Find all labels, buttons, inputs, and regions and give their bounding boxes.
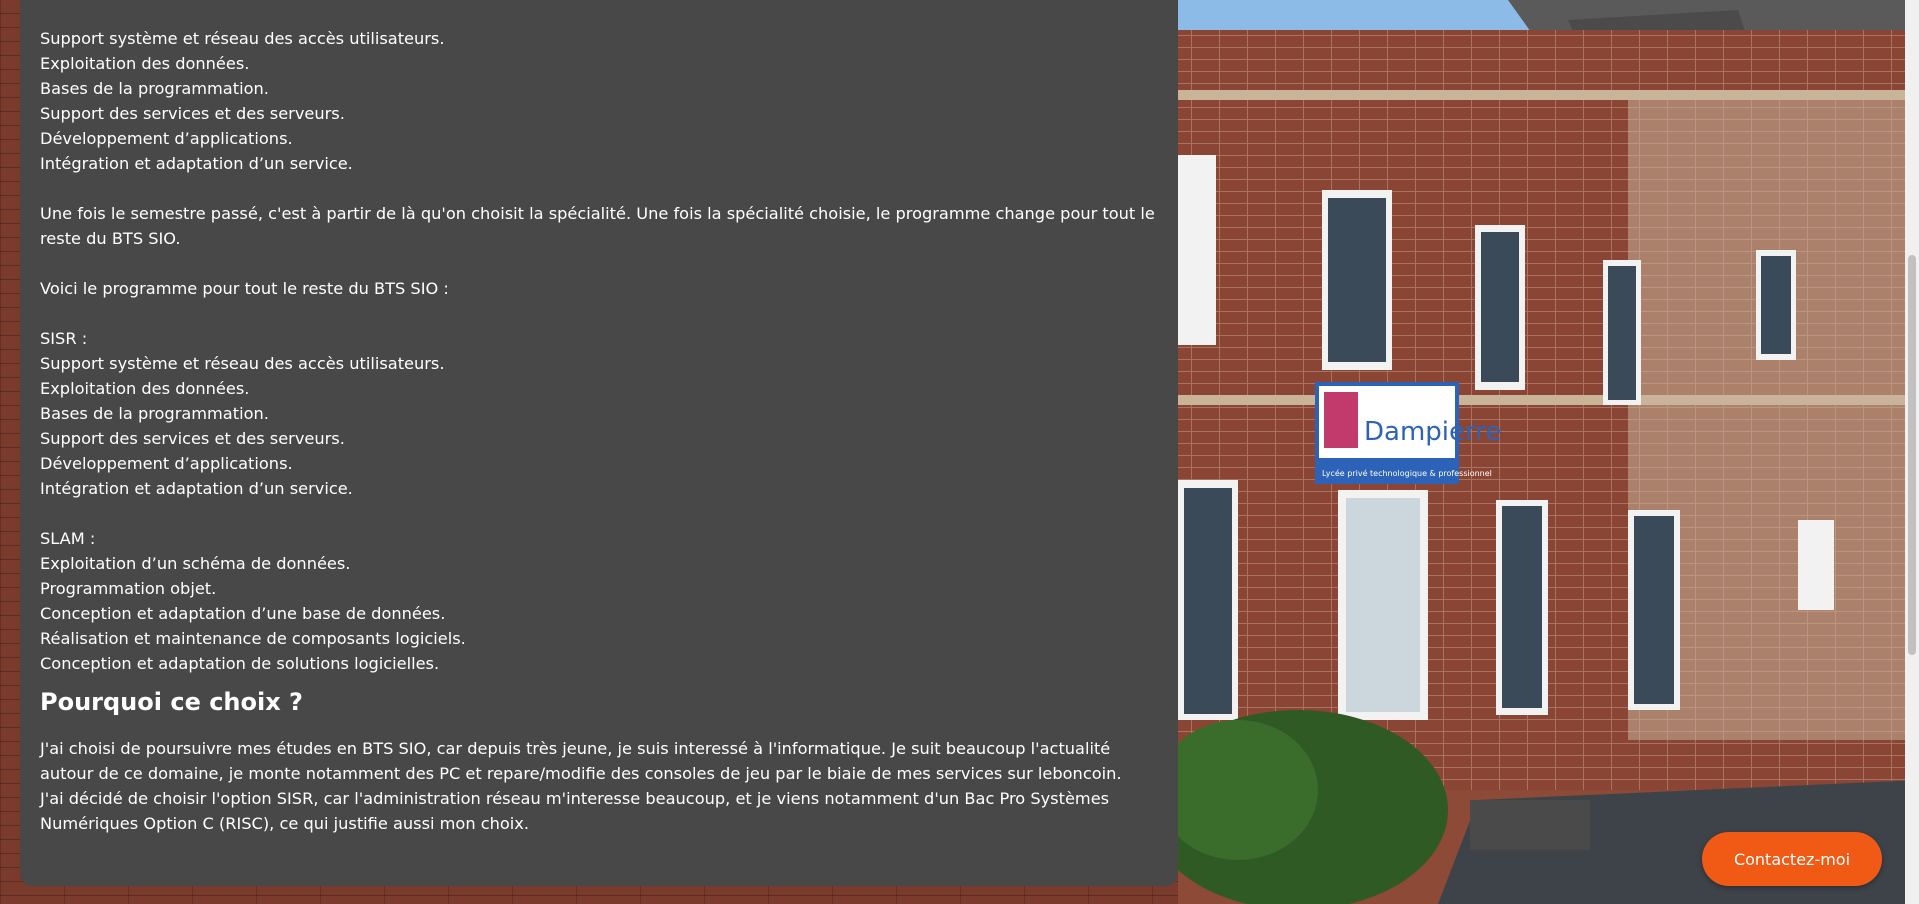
list-item: Support système et réseau des accès util… bbox=[40, 354, 445, 373]
list-item: Programmation objet. bbox=[40, 579, 217, 598]
why-paragraph-1: J'ai choisi de poursuivre mes études en … bbox=[40, 739, 1122, 783]
program-intro-text: Voici le programme pour tout le reste du… bbox=[40, 279, 449, 298]
contact-button[interactable]: Contactez-moi bbox=[1702, 832, 1882, 886]
sign-subtext: Lycée privé technologique & professionne… bbox=[1322, 468, 1492, 478]
specialty-intro-text: Une fois le semestre passé, c'est à part… bbox=[40, 204, 1155, 248]
list-item: Réalisation et maintenance de composants… bbox=[40, 629, 466, 648]
scrollbar-thumb[interactable] bbox=[1908, 255, 1916, 655]
list-item: Exploitation d’un schéma de données. bbox=[40, 554, 351, 573]
list-item: Support système et réseau des accès util… bbox=[40, 29, 445, 48]
list-item: Exploitation des données. bbox=[40, 54, 250, 73]
list-item: Développement d’applications. bbox=[40, 129, 293, 148]
first-semester-list: Support système et réseau des accès util… bbox=[40, 26, 1158, 176]
list-item: Bases de la programmation. bbox=[40, 79, 269, 98]
list-item: Conception et adaptation d’une base de d… bbox=[40, 604, 446, 623]
list-item: Support des services et des serveurs. bbox=[40, 104, 345, 123]
page-scrollbar[interactable] bbox=[1905, 0, 1919, 904]
list-item: Intégration et adaptation d’un service. bbox=[40, 479, 353, 498]
sign-text: Dampierre bbox=[1364, 417, 1501, 447]
content-card: Support système et réseau des accès util… bbox=[20, 0, 1178, 886]
why-paragraph-2: J'ai décidé de choisir l'option SISR, ca… bbox=[40, 789, 1110, 833]
list-item: Intégration et adaptation d’un service. bbox=[40, 154, 353, 173]
why-heading: Pourquoi ce choix ? bbox=[40, 688, 303, 716]
list-item: Conception et adaptation de solutions lo… bbox=[40, 654, 440, 673]
sisr-title: SISR : bbox=[40, 329, 88, 348]
slam-list: SLAM : Exploitation d’un schéma de donné… bbox=[40, 526, 1158, 676]
list-item: Support des services et des serveurs. bbox=[40, 429, 345, 448]
list-item: Bases de la programmation. bbox=[40, 404, 269, 423]
sisr-list: SISR : Support système et réseau des acc… bbox=[40, 326, 1158, 501]
slam-title: SLAM : bbox=[40, 529, 96, 548]
list-item: Développement d’applications. bbox=[40, 454, 293, 473]
list-item: Exploitation des données. bbox=[40, 379, 250, 398]
school-photo: Dampierre Lycée privé technologique & pr… bbox=[1178, 0, 1919, 904]
